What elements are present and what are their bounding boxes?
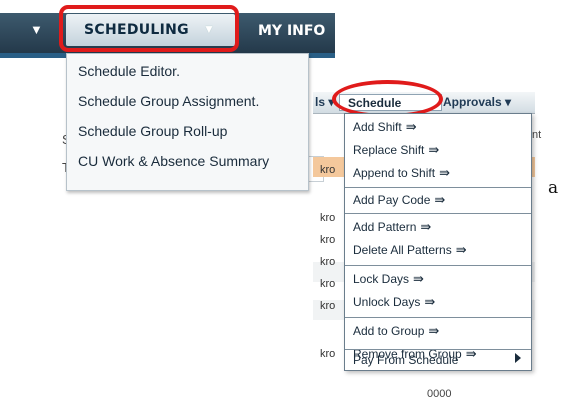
- row-cell-text: kro: [320, 212, 336, 224]
- menu-item-label: Delete All Patterns: [353, 243, 452, 257]
- menu-item-add-to-group[interactable]: Add to Group ⇛: [353, 323, 439, 339]
- menu-item-label: Add Pattern: [353, 220, 417, 234]
- menu-item-unlock-days[interactable]: Unlock Days ⇛: [353, 294, 435, 310]
- menu-item-lock-days[interactable]: Lock Days ⇛: [353, 271, 424, 287]
- arrow-right-icon: ⇛: [439, 165, 450, 180]
- menu-group-pay-from-schedule: Pay From Schedule: [345, 349, 531, 370]
- arrow-right-icon: ⇛: [428, 323, 440, 338]
- schedule-actions-menu: Add Shift ⇛ Replace Shift ⇛ Append to Shif…: [344, 113, 532, 371]
- menu-item-add-shift[interactable]: Add Shift ⇛: [353, 119, 417, 135]
- caret-down-icon[interactable]: ▼: [30, 22, 43, 37]
- menu-item-schedule-group-rollup[interactable]: Schedule Group Roll-up: [78, 123, 227, 139]
- menu-item-label: Add Shift: [353, 120, 402, 134]
- menu-item-label: Add to Group: [353, 324, 425, 338]
- row-cell-text: kro: [320, 278, 336, 290]
- arrow-right-icon: ⇛: [455, 242, 467, 257]
- submenu-arrow-icon: [515, 353, 521, 363]
- column-header-fragment: nt: [532, 129, 542, 141]
- menu-group-lock: Lock Days ⇛ Unlock Days ⇛: [345, 265, 531, 316]
- row-cell-text: kro: [320, 256, 336, 268]
- menu-item-schedule-editor[interactable]: Schedule Editor.: [78, 63, 180, 79]
- menu-group-pattern: Add Pattern ⇛ Delete All Patterns ⇛: [345, 213, 531, 264]
- menu-group-pay-code: Add Pay Code ⇛: [345, 187, 531, 212]
- row-cell-text: kro: [320, 234, 336, 246]
- tab-my-info[interactable]: MY INFO: [258, 23, 325, 39]
- menu-item-label: Unlock Days: [353, 295, 421, 309]
- annotation-letter: a: [548, 178, 559, 198]
- arrow-right-icon: ⇛: [405, 119, 417, 134]
- row-cell-text: kro: [320, 164, 336, 176]
- menu-group-shift: Add Shift ⇛ Replace Shift ⇛ Append to Shif…: [345, 114, 531, 185]
- menu-item-cu-work-absence-summary[interactable]: CU Work & Absence Summary: [78, 153, 269, 169]
- tab-approvals-menu[interactable]: Approvals ▾: [443, 95, 511, 109]
- menu-item-label: Append to Shift: [353, 166, 436, 180]
- row-cell-text: kro: [320, 300, 336, 312]
- arrow-right-icon: ⇛: [420, 219, 432, 234]
- menu-item-label: Lock Days: [353, 272, 410, 286]
- scheduling-dropdown-menu: Schedule Editor. Schedule Group Assignme…: [66, 53, 309, 191]
- menu-item-label: Add Pay Code: [353, 193, 431, 207]
- menu-item-label: Replace Shift: [353, 143, 425, 157]
- row-cell-text: kro: [320, 348, 336, 360]
- menu-item-delete-all-patterns[interactable]: Delete All Patterns ⇛: [353, 242, 467, 258]
- menu-item-add-pay-code[interactable]: Add Pay Code ⇛: [353, 192, 445, 208]
- arrow-right-icon: ⇛: [413, 271, 424, 286]
- grid-bottom-value: 0000: [427, 388, 452, 400]
- arrow-right-icon: ⇛: [434, 192, 446, 207]
- arrow-right-icon: ⇛: [428, 142, 440, 157]
- menu-item-schedule-group-assignment[interactable]: Schedule Group Assignment.: [78, 93, 259, 109]
- arrow-right-icon: ⇛: [424, 294, 436, 309]
- highlight-ring-scheduling: [59, 5, 239, 52]
- menu-item-replace-shift[interactable]: Replace Shift ⇛: [353, 142, 439, 158]
- menu-item-append-to-shift[interactable]: Append to Shift ⇛: [353, 165, 450, 181]
- menu-item-pay-from-schedule[interactable]: Pay From Schedule: [353, 353, 458, 367]
- menu-item-add-pattern[interactable]: Add Pattern ⇛: [353, 219, 431, 235]
